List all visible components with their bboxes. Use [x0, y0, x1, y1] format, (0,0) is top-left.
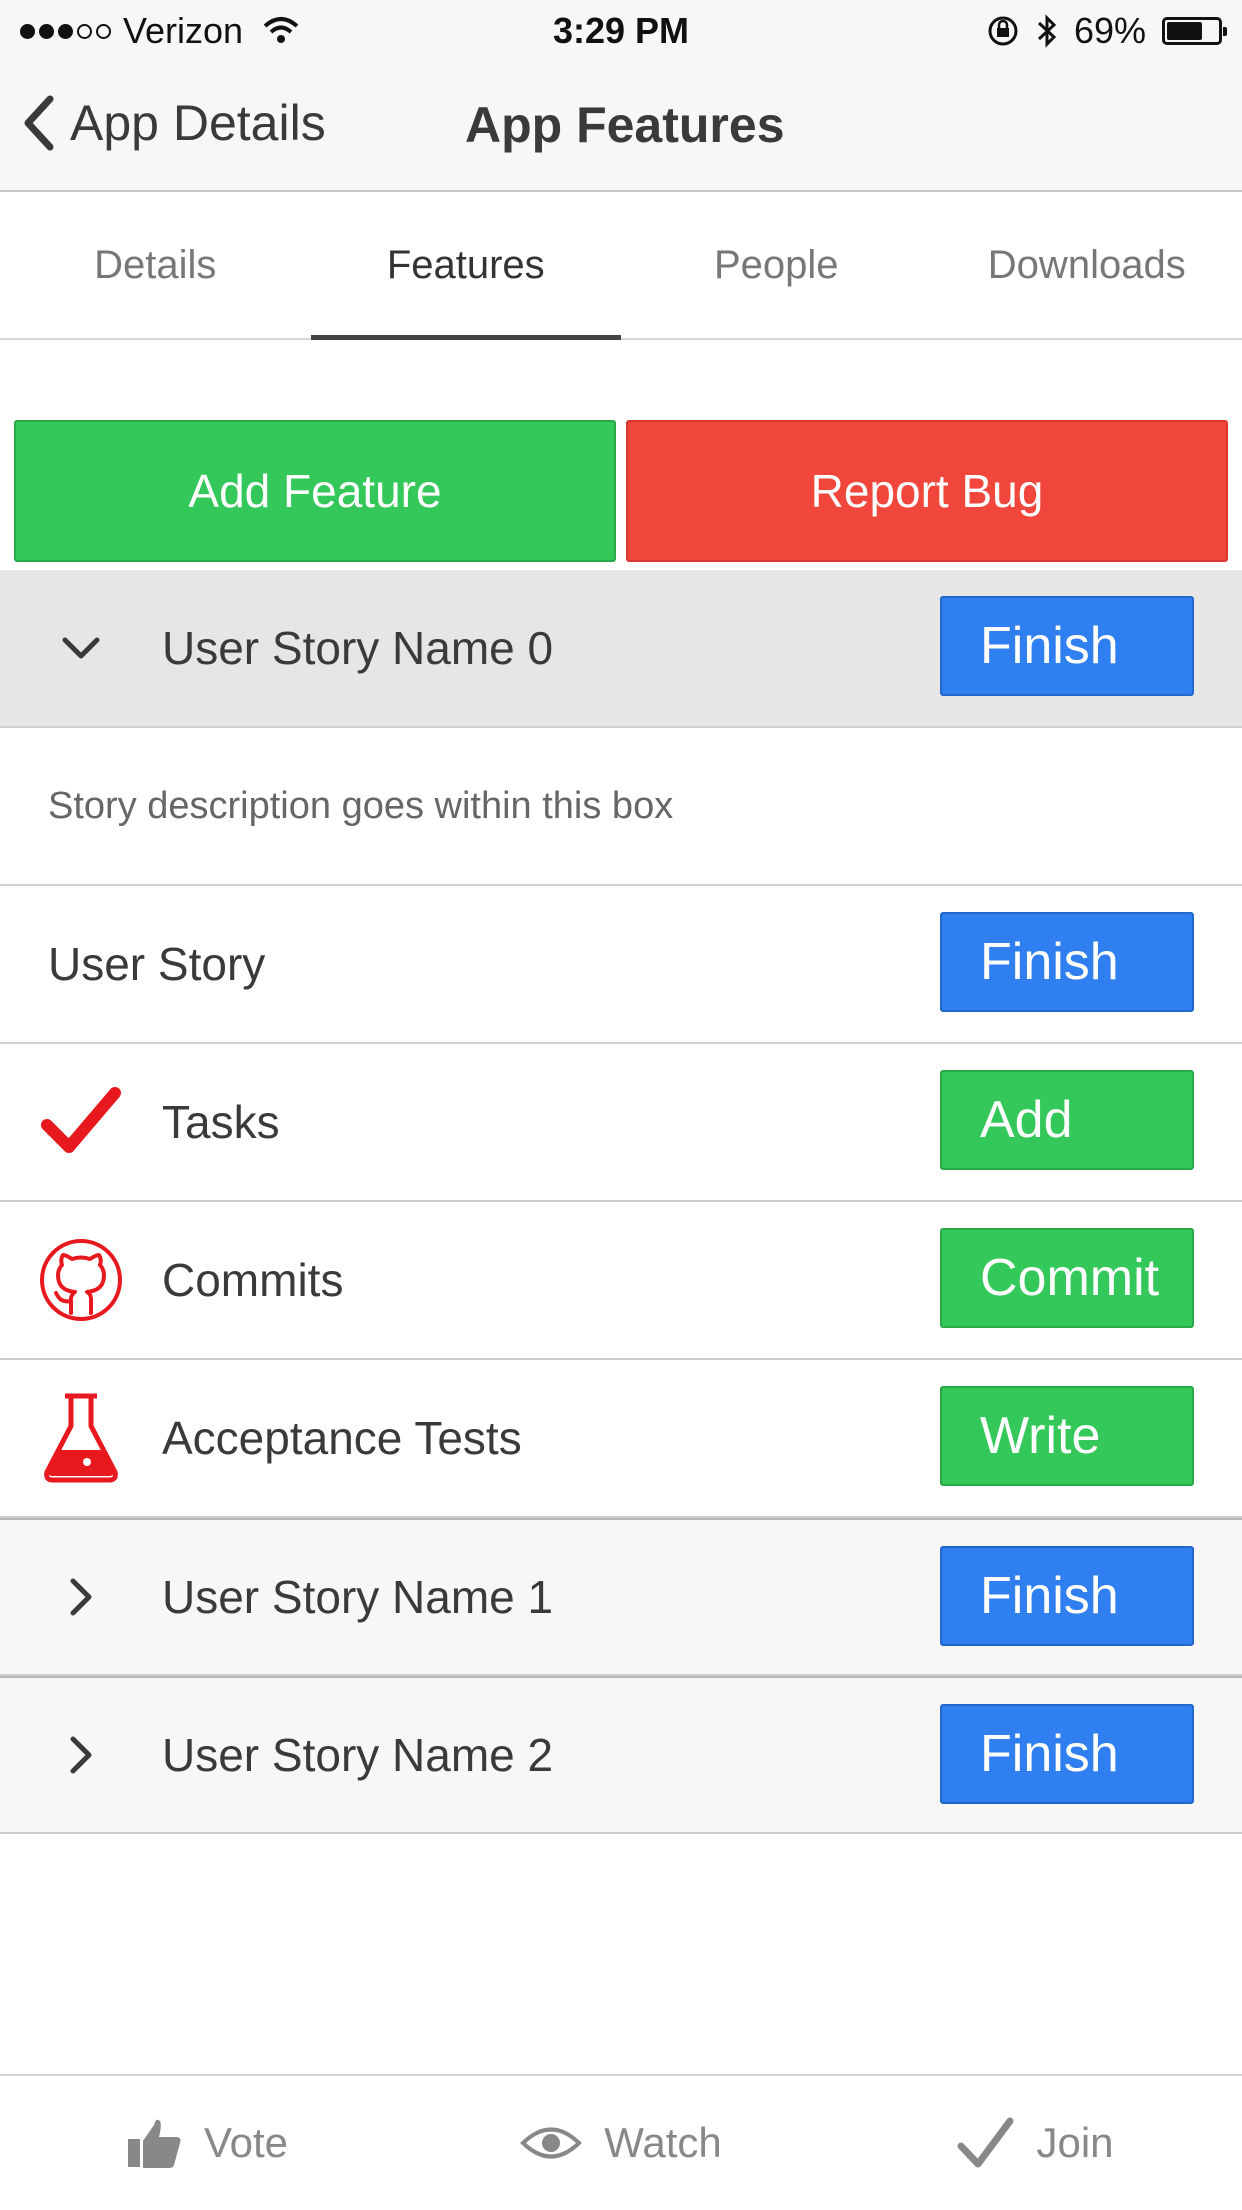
thumbs-up-icon	[126, 2115, 182, 2171]
tab-details[interactable]: Details	[0, 192, 311, 338]
bluetooth-icon	[1036, 13, 1058, 49]
add-feature-button[interactable]: Add Feature	[14, 420, 616, 562]
rotation-lock-icon	[986, 14, 1020, 48]
tab-people[interactable]: People	[621, 192, 932, 338]
github-icon	[38, 1237, 124, 1323]
battery-percent: 69%	[1074, 10, 1146, 52]
watch-button[interactable]: Watch	[414, 2076, 828, 2210]
acceptance-tests-row: Acceptance Tests Write	[0, 1360, 1242, 1518]
battery-icon	[1162, 17, 1222, 45]
finish-button[interactable]: Finish	[940, 596, 1194, 696]
story-description: Story description goes within this box	[0, 728, 1242, 886]
bottom-toolbar: Vote Watch Join	[0, 2074, 1242, 2210]
tab-downloads[interactable]: Downloads	[932, 192, 1242, 338]
page-title: App Features	[465, 96, 785, 154]
vote-button[interactable]: Vote	[0, 2076, 414, 2210]
write-test-button[interactable]: Write	[940, 1386, 1194, 1486]
user-story-row: User Story Finish	[0, 886, 1242, 1044]
story-row-0[interactable]: User Story Name 0 Finish	[0, 570, 1242, 728]
story-row-1[interactable]: User Story Name 1 Finish	[0, 1518, 1242, 1676]
back-button[interactable]: App Details	[22, 94, 326, 152]
chevron-left-icon	[22, 95, 56, 151]
checkmark-icon	[956, 2116, 1014, 2170]
chevron-down-icon[interactable]	[61, 635, 101, 661]
finish-button[interactable]: Finish	[940, 1704, 1194, 1804]
chevron-right-icon[interactable]	[68, 1577, 94, 1617]
status-bar: Verizon 3:29 PM 69%	[0, 0, 1242, 64]
commits-row: Commits Commit	[0, 1202, 1242, 1360]
join-label: Join	[1036, 2119, 1113, 2167]
flask-icon	[41, 1392, 121, 1484]
tab-bar: Details Features People Downloads	[0, 192, 1242, 340]
tasks-row: Tasks Add	[0, 1044, 1242, 1202]
back-label: App Details	[70, 94, 326, 152]
finish-button[interactable]: Finish	[940, 1546, 1194, 1646]
watch-label: Watch	[604, 2119, 721, 2167]
join-button[interactable]: Join	[828, 2076, 1242, 2210]
report-bug-button[interactable]: Report Bug	[626, 420, 1228, 562]
finish-user-story-button[interactable]: Finish	[940, 912, 1194, 1012]
eye-icon	[520, 2124, 582, 2162]
story-row-2[interactable]: User Story Name 2 Finish	[0, 1676, 1242, 1834]
vote-label: Vote	[204, 2119, 288, 2167]
tab-features[interactable]: Features	[311, 192, 622, 338]
chevron-right-icon[interactable]	[68, 1735, 94, 1775]
commit-button[interactable]: Commit	[940, 1228, 1194, 1328]
checkmark-icon	[41, 1087, 121, 1157]
navigation-bar: App Details App Features	[0, 64, 1242, 192]
action-buttons: Add Feature Report Bug	[14, 420, 1228, 562]
add-task-button[interactable]: Add	[940, 1070, 1194, 1170]
